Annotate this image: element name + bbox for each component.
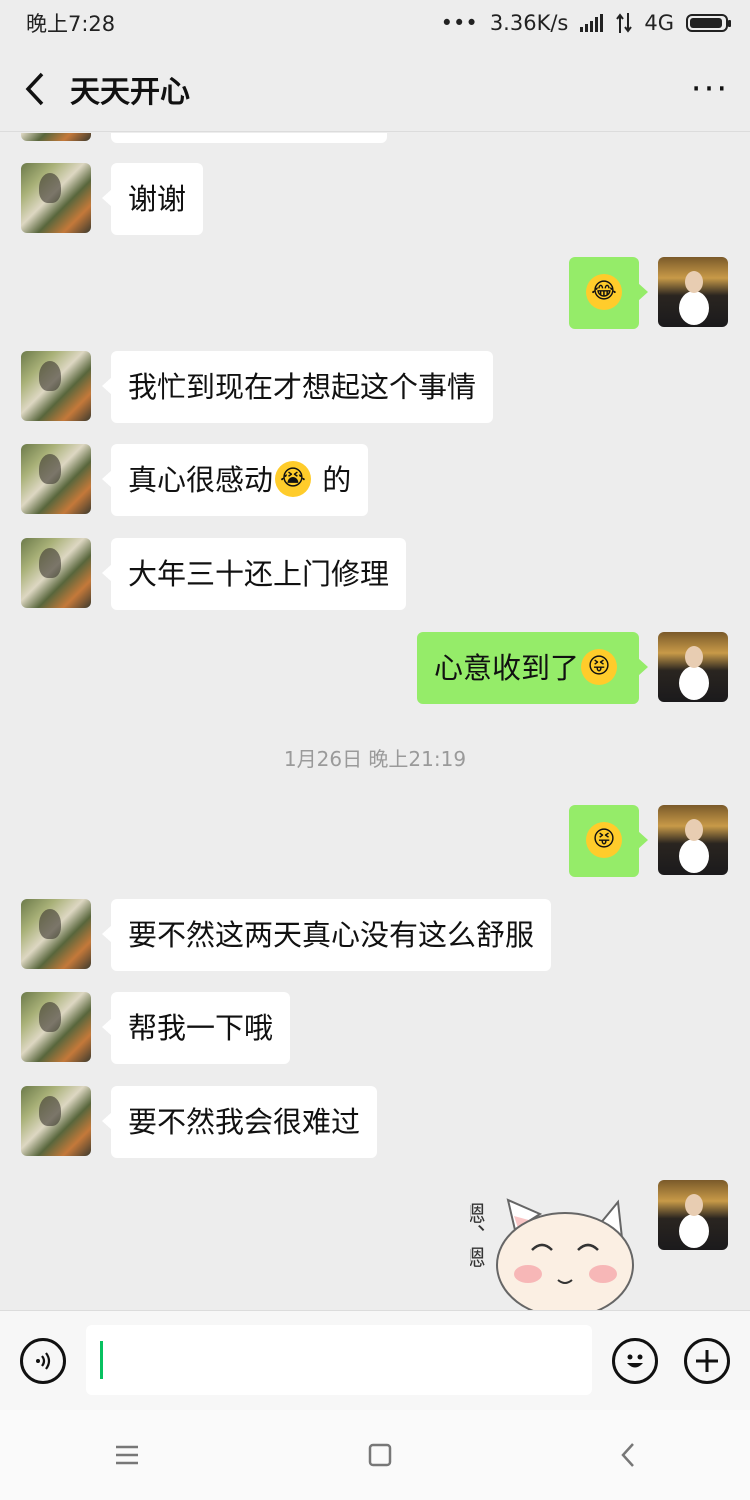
back-icon[interactable] bbox=[620, 1442, 636, 1468]
my-avatar[interactable] bbox=[658, 257, 728, 327]
message-bubble[interactable]: 😂 bbox=[569, 257, 648, 329]
tongue-out-emoji-icon: 😝 bbox=[581, 649, 618, 685]
more-functions-button[interactable] bbox=[684, 1338, 730, 1384]
message-text: 帮我一下哦 bbox=[128, 1011, 274, 1045]
message-bubble[interactable]: 心意收到了 😝 bbox=[417, 632, 648, 704]
chevron-left-icon bbox=[25, 72, 44, 105]
system-nav-bar bbox=[0, 1410, 750, 1500]
message-bubble[interactable]: 大年三十还上门修理 bbox=[101, 538, 407, 610]
message-bubble[interactable]: 谢谢 bbox=[101, 163, 204, 235]
friend-avatar[interactable] bbox=[21, 1086, 91, 1156]
laughing-emoji-icon: 😂 bbox=[586, 274, 622, 310]
message-list[interactable]: 谢谢 😂 我忙到现在才想起这个事情 真心很感动 😭 的 大年三十还上门修理 心意收… bbox=[0, 133, 750, 1310]
text-cursor bbox=[100, 1341, 103, 1379]
message-text: 心意收到了 bbox=[434, 651, 580, 685]
message-bubble[interactable]: 帮我一下哦 bbox=[101, 992, 291, 1064]
message-bubble[interactable]: 😝 bbox=[569, 805, 648, 877]
friend-avatar[interactable] bbox=[21, 899, 91, 969]
friend-avatar[interactable] bbox=[21, 992, 91, 1062]
message-timestamp: 1月26日 晚上21:19 bbox=[283, 747, 467, 771]
crying-emoji-icon: 😭 bbox=[275, 461, 312, 497]
my-avatar[interactable] bbox=[658, 805, 728, 875]
message-text: 要不然这两天真心没有这么舒服 bbox=[128, 918, 535, 952]
message-text: 真心很感动 bbox=[128, 463, 274, 497]
message-bubble[interactable]: 真心很感动 😭 的 bbox=[101, 444, 369, 516]
plus-icon bbox=[696, 1350, 718, 1372]
signal-icon bbox=[580, 14, 604, 32]
friend-avatar[interactable] bbox=[21, 538, 91, 608]
chat-header: 天天开心 ··· bbox=[0, 46, 750, 132]
menu-icon[interactable] bbox=[114, 1445, 140, 1465]
message-bubble-partial[interactable] bbox=[111, 133, 387, 143]
my-avatar[interactable] bbox=[658, 632, 728, 702]
message-bubble[interactable]: 要不然我会很难过 bbox=[101, 1086, 378, 1158]
back-button[interactable] bbox=[0, 46, 70, 132]
message-text: 大年三十还上门修理 bbox=[128, 557, 390, 591]
status-time: 晚上7:28 bbox=[26, 12, 116, 36]
friend-avatar[interactable] bbox=[21, 351, 91, 421]
message-text: 我忙到现在才想起这个事情 bbox=[128, 370, 477, 404]
home-icon[interactable] bbox=[368, 1443, 392, 1467]
message-bubble[interactable]: 我忙到现在才想起这个事情 bbox=[101, 351, 494, 423]
chat-title: 天天开心 bbox=[70, 74, 190, 110]
status-bar: 晚上7:28 ••• 3.36K/s 4G bbox=[0, 0, 750, 46]
voice-icon bbox=[36, 1352, 51, 1370]
message-text: 要不然我会很难过 bbox=[128, 1105, 361, 1139]
data-arrows-icon bbox=[616, 13, 633, 33]
input-bar bbox=[0, 1310, 750, 1410]
friend-avatar[interactable] bbox=[21, 163, 91, 233]
cat-sticker[interactable]: 嗯、嗯 bbox=[470, 1180, 640, 1310]
sticker-text: 嗯、嗯 bbox=[470, 1202, 485, 1268]
network-speed: 3.36K/s bbox=[489, 11, 569, 35]
message-text: 谢谢 bbox=[128, 182, 187, 216]
message-bubble[interactable]: 要不然这两天真心没有这么舒服 bbox=[101, 899, 552, 971]
battery-icon bbox=[686, 14, 731, 32]
friend-avatar[interactable] bbox=[21, 444, 91, 514]
message-text: 的 bbox=[322, 463, 352, 497]
network-type: 4G bbox=[644, 11, 674, 35]
voice-button[interactable] bbox=[20, 1338, 66, 1384]
tongue-out-emoji-icon: 😝 bbox=[586, 822, 622, 858]
my-avatar[interactable] bbox=[658, 1180, 728, 1250]
status-dots: ••• bbox=[440, 11, 478, 35]
smile-icon bbox=[627, 1354, 643, 1368]
message-input[interactable] bbox=[86, 1325, 592, 1395]
more-button[interactable]: ··· bbox=[670, 69, 750, 109]
friend-avatar[interactable] bbox=[21, 133, 91, 141]
emoji-button[interactable] bbox=[612, 1338, 658, 1384]
